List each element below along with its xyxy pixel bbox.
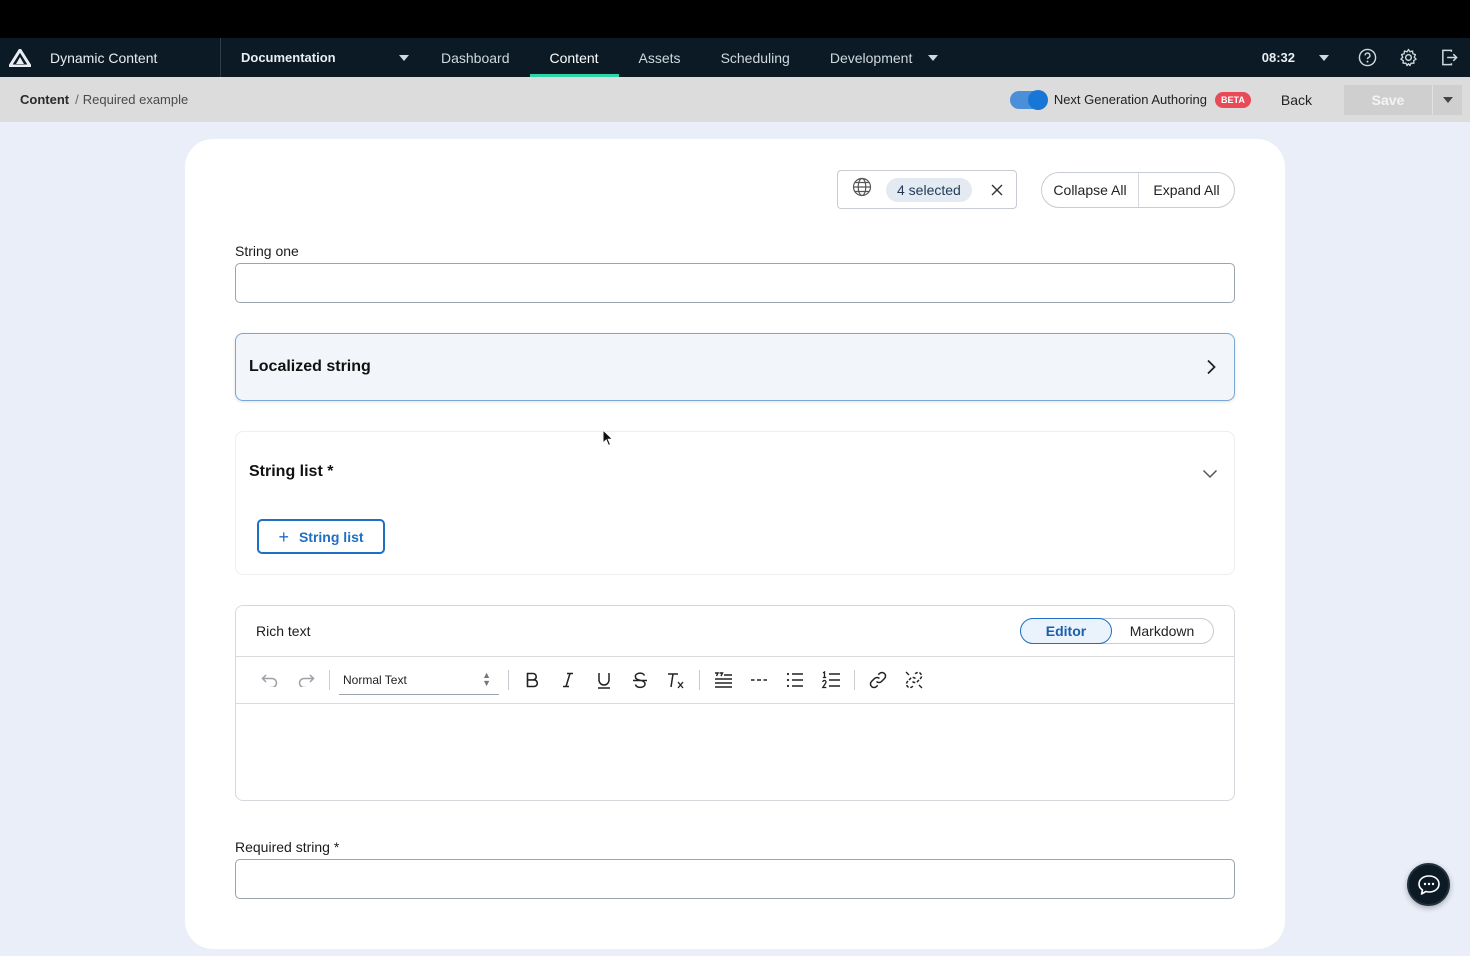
content-toolbar: Content / Required example Next Generati… bbox=[0, 77, 1470, 122]
link-icon[interactable] bbox=[860, 665, 896, 695]
chat-bubble-icon bbox=[1417, 874, 1440, 895]
tab-development-label: Development bbox=[829, 49, 913, 66]
chevron-down-icon[interactable] bbox=[1202, 466, 1218, 484]
beta-badge: BETA bbox=[1215, 91, 1251, 108]
clock-time: 08:32 bbox=[1261, 50, 1295, 65]
text-format-select[interactable]: Normal Text ▲ ▼ bbox=[339, 665, 499, 695]
toolbar-divider bbox=[508, 670, 509, 690]
breadcrumb: Content / Required example bbox=[0, 92, 188, 107]
breadcrumb-separator: / bbox=[75, 92, 79, 107]
locale-selector[interactable]: 4 selected bbox=[837, 170, 1017, 209]
tab-dashboard[interactable]: Dashboard bbox=[421, 38, 530, 77]
required-string-input[interactable] bbox=[235, 859, 1235, 899]
horizontal-rule-icon[interactable] bbox=[741, 665, 777, 695]
italic-icon[interactable] bbox=[550, 665, 586, 695]
plus-icon: + bbox=[278, 526, 289, 547]
clear-format-icon[interactable] bbox=[658, 665, 694, 695]
tab-assets[interactable]: Assets bbox=[619, 38, 701, 77]
rich-text-editor: Rich text Editor Markdown Normal Text ▲ ▼ bbox=[235, 605, 1235, 801]
add-string-list-label: String list bbox=[298, 528, 364, 545]
help-icon[interactable] bbox=[1347, 38, 1388, 77]
undo-icon[interactable] bbox=[252, 665, 288, 695]
blockquote-icon[interactable] bbox=[705, 665, 741, 695]
chevron-down-icon bbox=[1442, 96, 1453, 103]
string-list-panel: String list * + String list bbox=[235, 431, 1235, 575]
expand-collapse-group: Collapse All Expand All bbox=[1041, 172, 1235, 208]
collapse-all-button[interactable]: Collapse All bbox=[1042, 173, 1139, 207]
select-arrows-icon: ▲ ▼ bbox=[482, 670, 491, 688]
toolbar-divider bbox=[329, 670, 330, 690]
hub-selector[interactable]: Documentation bbox=[221, 38, 421, 77]
tab-content[interactable]: Content bbox=[529, 38, 619, 77]
nga-label: Next Generation Authoring bbox=[1053, 92, 1208, 107]
logout-icon[interactable] bbox=[1429, 38, 1470, 77]
editor-mode-button[interactable]: Editor bbox=[1020, 618, 1112, 644]
mouse-cursor-icon bbox=[602, 428, 614, 452]
bold-icon[interactable] bbox=[514, 665, 550, 695]
gear-icon[interactable] bbox=[1388, 38, 1429, 77]
bullet-list-icon[interactable] bbox=[777, 665, 813, 695]
tab-scheduling[interactable]: Scheduling bbox=[701, 38, 810, 77]
unlink-icon[interactable] bbox=[896, 665, 932, 695]
editor-mode-toggle: Editor Markdown bbox=[1020, 618, 1214, 644]
save-options-button[interactable] bbox=[1432, 84, 1462, 115]
nga-toggle[interactable] bbox=[1009, 89, 1048, 110]
localized-string-title: Localized string bbox=[249, 358, 371, 375]
redo-icon[interactable] bbox=[288, 665, 324, 695]
close-icon[interactable] bbox=[990, 183, 1004, 197]
localized-string-panel[interactable]: Localized string bbox=[235, 333, 1235, 401]
rich-text-toolbar: Normal Text ▲ ▼ bbox=[236, 657, 1234, 704]
chevron-right-icon bbox=[1206, 359, 1216, 380]
string-one-label: String one bbox=[235, 243, 299, 259]
required-string-label: Required string * bbox=[235, 839, 340, 855]
logo-icon[interactable] bbox=[0, 38, 40, 77]
time-dropdown-icon[interactable] bbox=[1319, 54, 1329, 61]
locale-chip[interactable]: 4 selected bbox=[886, 177, 972, 202]
expand-all-button[interactable]: Expand All bbox=[1139, 173, 1234, 207]
string-list-title: String list * bbox=[249, 463, 334, 480]
underline-icon[interactable] bbox=[586, 665, 622, 695]
content-form-card: 4 selected Collapse All Expand All Strin… bbox=[185, 139, 1285, 949]
numbered-list-icon[interactable] bbox=[813, 665, 849, 695]
string-one-input[interactable] bbox=[235, 263, 1235, 303]
hub-selector-label: Documentation bbox=[241, 50, 336, 65]
toolbar-divider bbox=[854, 670, 855, 690]
globe-icon bbox=[852, 177, 872, 202]
tab-development[interactable]: Development bbox=[810, 38, 959, 77]
chevron-down-icon bbox=[399, 54, 409, 61]
app-name[interactable]: Dynamic Content bbox=[40, 50, 220, 66]
main-navigation: Dynamic Content Documentation Dashboard … bbox=[0, 38, 1470, 77]
breadcrumb-root[interactable]: Content bbox=[20, 92, 69, 107]
toolbar-divider bbox=[699, 670, 700, 690]
rich-text-content-area[interactable] bbox=[236, 704, 1234, 800]
rich-text-header: Rich text Editor Markdown bbox=[236, 606, 1234, 657]
chat-support-button[interactable] bbox=[1407, 863, 1450, 906]
toggle-knob bbox=[1027, 89, 1048, 110]
window-top-bar bbox=[0, 0, 1470, 38]
rich-text-label: Rich text bbox=[256, 623, 311, 639]
strikethrough-icon[interactable] bbox=[622, 665, 658, 695]
add-string-list-button[interactable]: + String list bbox=[257, 519, 385, 554]
save-button[interactable]: Save bbox=[1344, 84, 1432, 115]
text-format-value: Normal Text bbox=[343, 672, 407, 687]
chevron-down-icon bbox=[928, 54, 939, 61]
breadcrumb-current: Required example bbox=[82, 92, 189, 107]
back-button[interactable]: Back bbox=[1281, 92, 1312, 108]
markdown-mode-button[interactable]: Markdown bbox=[1112, 619, 1212, 643]
